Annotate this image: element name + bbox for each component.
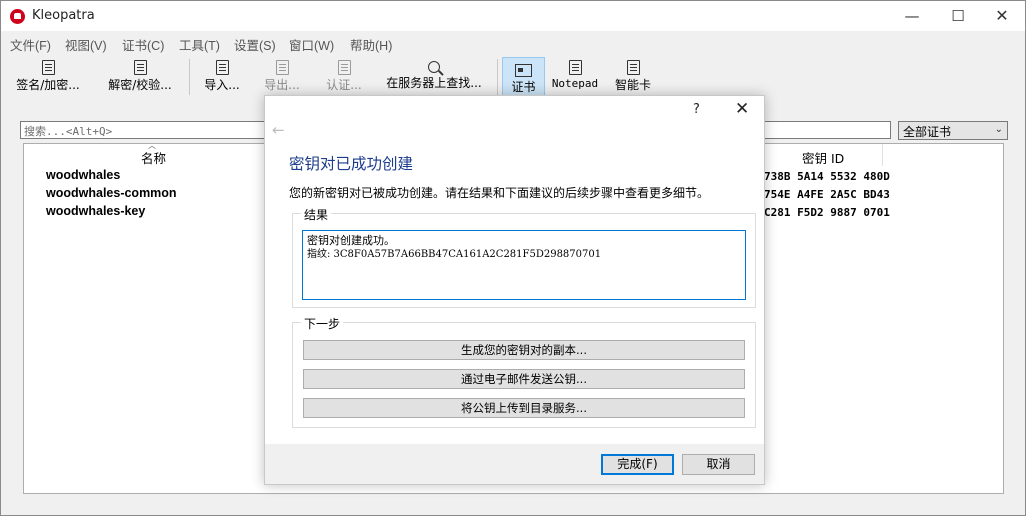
menu-tools[interactable]: 工具(T) xyxy=(179,35,220,54)
list-item-name[interactable]: woodwhales xyxy=(46,168,120,182)
finish-button[interactable]: 完成(F) xyxy=(601,454,674,475)
lookup-on-server-label: 在服务器上查找... xyxy=(386,76,482,90)
dialog-description: 您的新密钥对已被成功创建。请在结果和下面建议的后续步骤中查看更多细节。 xyxy=(289,186,710,200)
next-steps-group: 下一步 生成您的密钥对的副本... 通过电子邮件发送公钥... 将公钥上传到目录… xyxy=(292,315,756,428)
results-group-title: 结果 xyxy=(301,206,332,223)
window-title: Kleopatra xyxy=(32,8,95,23)
import-button[interactable]: 导入... xyxy=(197,57,247,99)
minimize-button[interactable]: — xyxy=(889,1,935,31)
result-success-text: 密钥对创建成功。 xyxy=(307,234,395,247)
smartcard-label: 智能卡 xyxy=(614,78,651,92)
results-group: 结果 密钥对创建成功。 指纹: 3C8F0A57B7A66BB47CA161A2… xyxy=(292,206,756,308)
sign-encrypt-icon xyxy=(41,60,55,75)
cancel-button[interactable]: 取消 xyxy=(682,454,755,475)
list-item-keyid[interactable]: 738B 5A14 5532 480D xyxy=(764,170,890,183)
export-icon xyxy=(275,60,289,75)
close-window-button[interactable]: ✕ xyxy=(979,1,1025,31)
dialog-heading: 密钥对已成功创建 xyxy=(289,155,414,173)
menu-settings[interactable]: 设置(S) xyxy=(234,35,276,54)
list-item-name[interactable]: woodwhales-common xyxy=(46,186,177,200)
certificate-icon xyxy=(515,64,532,77)
smartcard-button[interactable]: 智能卡 xyxy=(611,57,655,99)
dialog-close-button[interactable]: ✕ xyxy=(735,99,749,119)
certificates-view-button[interactable]: 证书 xyxy=(502,57,545,99)
maximize-button[interactable]: ☐ xyxy=(935,1,981,31)
import-icon xyxy=(215,60,229,75)
notepad-icon xyxy=(568,60,582,75)
back-arrow-icon[interactable]: ← xyxy=(272,121,285,139)
menu-view[interactable]: 视图(V) xyxy=(65,35,107,54)
toolbar-separator xyxy=(189,59,190,95)
column-header-keyid[interactable]: 密钥 ID xyxy=(802,148,844,167)
menu-window[interactable]: 窗口(W) xyxy=(289,35,334,54)
result-fingerprint-text: 指纹: 3C8F0A57B7A66BB47CA161A2C281F5D29887… xyxy=(307,249,602,260)
certificates-label: 证书 xyxy=(511,80,536,94)
search-icon xyxy=(428,61,440,73)
filter-selected-value: 全部证书 xyxy=(903,125,952,139)
certify-button[interactable]: 认证... xyxy=(319,57,369,99)
column-header-name[interactable]: 名称 xyxy=(141,148,166,167)
next-steps-group-title: 下一步 xyxy=(301,315,344,332)
list-item-keyid[interactable]: C281 F5D2 9887 0701 xyxy=(764,206,890,219)
list-item-name[interactable]: woodwhales-key xyxy=(46,204,145,218)
dialog-footer: 完成(F) 取消 xyxy=(265,444,764,484)
main-window: Kleopatra — ☐ ✕ 文件(F) 视图(V) 证书(C) 工具(T) … xyxy=(0,0,1026,516)
certificate-filter-select[interactable]: 全部证书 ⌄ xyxy=(898,121,1008,140)
chevron-down-icon: ⌄ xyxy=(994,124,1003,135)
results-text-area[interactable]: 密钥对创建成功。 指纹: 3C8F0A57B7A66BB47CA161A2C28… xyxy=(302,230,746,300)
lookup-on-server-button[interactable]: 在服务器上查找... xyxy=(381,57,487,99)
certify-icon xyxy=(337,60,351,75)
key-pair-created-dialog: ? ✕ ← 密钥对已成功创建 您的新密钥对已被成功创建。请在结果和下面建议的后续… xyxy=(264,95,765,485)
list-item-keyid[interactable]: 754E A4FE 2A5C BD43 xyxy=(764,188,890,201)
send-public-key-email-button[interactable]: 通过电子邮件发送公钥... xyxy=(303,369,745,389)
sign-encrypt-button[interactable]: 签名/加密... xyxy=(9,57,87,99)
smartcard-icon xyxy=(626,60,640,75)
kleopatra-logo-icon xyxy=(10,9,25,24)
notepad-button[interactable]: Notepad xyxy=(551,57,599,99)
menubar: 文件(F) 视图(V) 证书(C) 工具(T) 设置(S) 窗口(W) 帮助(H… xyxy=(1,32,1025,54)
export-label: 导出... xyxy=(264,78,300,92)
column-divider xyxy=(882,144,883,166)
notepad-label: Notepad xyxy=(551,77,599,90)
backup-key-pair-button[interactable]: 生成您的密钥对的副本... xyxy=(303,340,745,360)
help-button[interactable]: ? xyxy=(693,102,700,117)
export-button[interactable]: 导出... xyxy=(257,57,307,99)
decrypt-verify-button[interactable]: 解密/校验... xyxy=(101,57,179,99)
title-bar: Kleopatra — ☐ ✕ xyxy=(1,1,1025,31)
toolbar-separator xyxy=(497,59,498,95)
decrypt-verify-icon xyxy=(133,60,147,75)
upload-public-key-directory-button[interactable]: 将公钥上传到目录服务... xyxy=(303,398,745,418)
sign-encrypt-label: 签名/加密... xyxy=(16,78,80,92)
import-label: 导入... xyxy=(204,78,240,92)
menu-help[interactable]: 帮助(H) xyxy=(350,35,392,54)
menu-file[interactable]: 文件(F) xyxy=(10,35,51,54)
certify-label: 认证... xyxy=(326,78,362,92)
toolbar: 签名/加密... 解密/校验... 导入... 导出... 认证... 在服务器… xyxy=(1,55,1025,99)
menu-certificates[interactable]: 证书(C) xyxy=(122,35,164,54)
decrypt-verify-label: 解密/校验... xyxy=(108,78,172,92)
